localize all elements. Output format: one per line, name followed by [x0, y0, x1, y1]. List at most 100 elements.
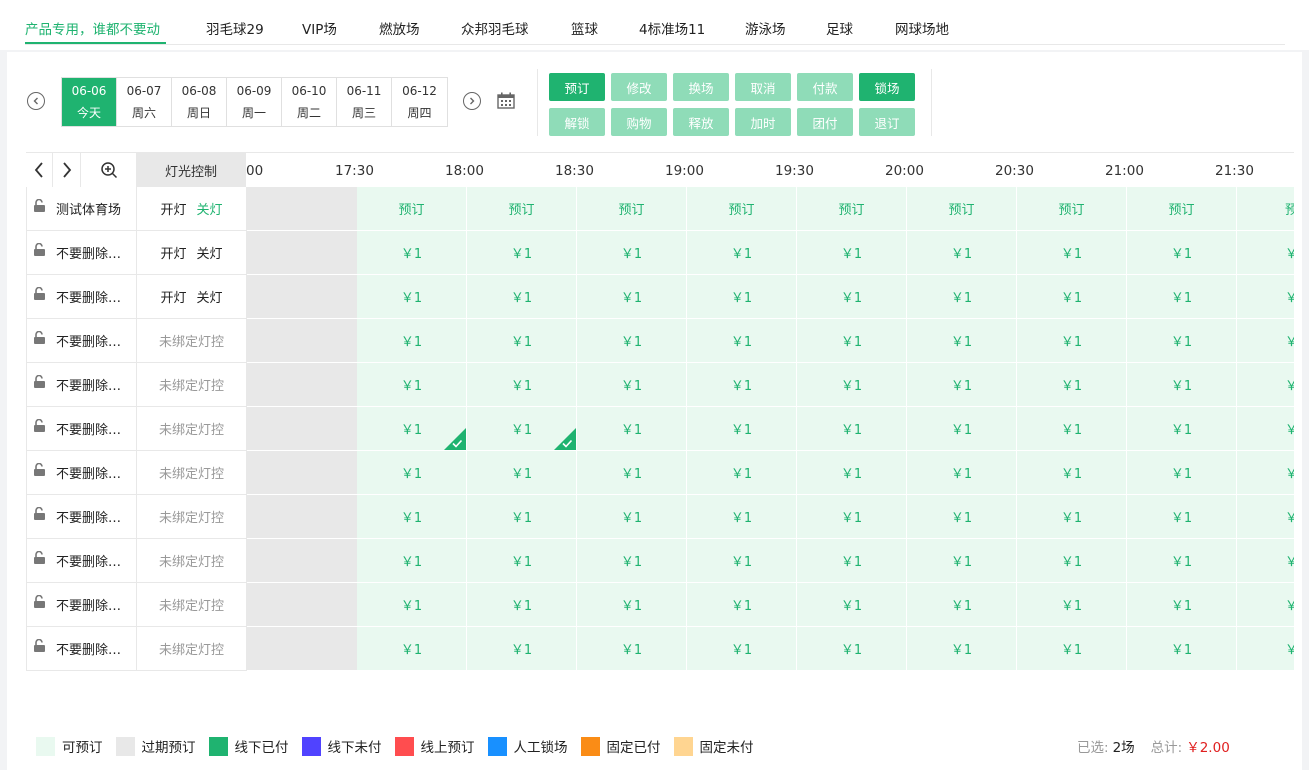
light-off-button[interactable]: 关灯: [197, 243, 223, 262]
date-cell[interactable]: 06-12 周四: [392, 78, 447, 126]
booking-slot[interactable]: ￥1: [357, 495, 467, 539]
booking-slot[interactable]: ￥1: [687, 627, 797, 671]
booking-slot[interactable]: ￥1: [577, 275, 687, 319]
unlock-icon[interactable]: [33, 199, 46, 212]
booking-slot[interactable]: ￥1: [907, 231, 1017, 275]
unlock-button[interactable]: 解锁: [549, 108, 605, 136]
booking-slot[interactable]: 预订: [687, 187, 797, 231]
booking-slot[interactable]: ￥1: [357, 363, 467, 407]
group-pay-button[interactable]: 团付: [797, 108, 853, 136]
venue-tab[interactable]: 篮球: [571, 18, 598, 38]
booking-slot[interactable]: 预订: [1127, 187, 1237, 231]
light-on-button[interactable]: 开灯: [160, 287, 186, 306]
booking-slot[interactable]: ￥1: [907, 363, 1017, 407]
booking-slot[interactable]: 预: [1237, 187, 1294, 231]
booking-slot[interactable]: ￥: [1237, 319, 1294, 363]
booking-slot[interactable]: ￥1: [467, 231, 577, 275]
booking-slot[interactable]: ￥1: [907, 407, 1017, 451]
court-name-cell[interactable]: 不要删除…: [26, 407, 137, 451]
booking-slot[interactable]: ￥1: [577, 495, 687, 539]
next-week-button[interactable]: [463, 92, 481, 110]
booking-slot[interactable]: ￥1: [687, 407, 797, 451]
booking-slot[interactable]: ￥1: [467, 319, 577, 363]
zoom-in-button[interactable]: [81, 153, 136, 187]
booking-slot[interactable]: ￥: [1237, 407, 1294, 451]
unlock-icon[interactable]: [33, 375, 46, 388]
booking-slot[interactable]: ￥: [1237, 451, 1294, 495]
court-name-cell[interactable]: 不要删除…: [26, 231, 137, 275]
booking-slot[interactable]: ￥1: [797, 583, 907, 627]
venue-tab[interactable]: 众邦羽毛球: [461, 18, 529, 38]
booking-slot[interactable]: ￥1: [907, 319, 1017, 363]
shopping-button[interactable]: 购物: [611, 108, 667, 136]
scroll-left-button[interactable]: [26, 153, 53, 187]
booking-slot[interactable]: ￥1: [1127, 319, 1237, 363]
court-name-cell[interactable]: 不要删除…: [26, 495, 137, 539]
booking-slot[interactable]: ￥1: [357, 583, 467, 627]
venue-tab[interactable]: 游泳场: [745, 18, 786, 38]
booking-slot[interactable]: ￥1: [687, 319, 797, 363]
booking-slot[interactable]: ￥1: [1017, 495, 1127, 539]
booking-slot[interactable]: 预订: [1017, 187, 1127, 231]
booking-slot[interactable]: ￥1: [467, 407, 577, 451]
booking-slot[interactable]: ￥1: [1127, 363, 1237, 407]
booking-slot[interactable]: ￥: [1237, 583, 1294, 627]
switch-court-button[interactable]: 换场: [673, 73, 729, 101]
booking-slot[interactable]: ￥1: [797, 495, 907, 539]
booking-slot[interactable]: ￥1: [797, 275, 907, 319]
date-cell[interactable]: 06-10 周二: [282, 78, 337, 126]
booking-slot[interactable]: ￥: [1237, 539, 1294, 583]
booking-slot[interactable]: ￥1: [577, 231, 687, 275]
booking-slot[interactable]: ￥: [1237, 231, 1294, 275]
booking-slot[interactable]: ￥1: [1127, 231, 1237, 275]
booking-slot[interactable]: ￥1: [907, 583, 1017, 627]
booking-slot[interactable]: ￥1: [577, 583, 687, 627]
booking-slot[interactable]: ￥1: [357, 275, 467, 319]
booking-slot[interactable]: ￥1: [467, 583, 577, 627]
booking-slot[interactable]: 预订: [357, 187, 467, 231]
unlock-icon[interactable]: [33, 507, 46, 520]
pay-button[interactable]: 付款: [797, 73, 853, 101]
venue-tab[interactable]: 足球: [826, 18, 853, 38]
booking-slot[interactable]: ￥1: [687, 583, 797, 627]
booking-slot[interactable]: ￥1: [467, 363, 577, 407]
unlock-icon[interactable]: [33, 551, 46, 564]
unsubscribe-button[interactable]: 退订: [859, 108, 915, 136]
booking-slot[interactable]: ￥1: [687, 451, 797, 495]
booking-slot[interactable]: ￥1: [577, 407, 687, 451]
unlock-icon[interactable]: [33, 595, 46, 608]
booking-slot[interactable]: ￥1: [797, 319, 907, 363]
booking-slot[interactable]: ￥: [1237, 627, 1294, 671]
booking-slot[interactable]: ￥1: [1127, 627, 1237, 671]
booking-slot[interactable]: 预订: [577, 187, 687, 231]
booking-slot[interactable]: ￥1: [1017, 319, 1127, 363]
light-on-button[interactable]: 开灯: [160, 199, 186, 218]
booking-slot[interactable]: ￥1: [577, 451, 687, 495]
booking-slot[interactable]: ￥1: [1017, 539, 1127, 583]
date-cell[interactable]: 06-11 周三: [337, 78, 392, 126]
booking-slot[interactable]: 预订: [467, 187, 577, 231]
booking-slot[interactable]: 预订: [797, 187, 907, 231]
book-button[interactable]: 预订: [549, 73, 605, 101]
unlock-icon[interactable]: [33, 639, 46, 652]
date-cell[interactable]: 06-07 周六: [117, 78, 172, 126]
booking-slot[interactable]: ￥1: [687, 275, 797, 319]
booking-slot[interactable]: ￥1: [1017, 407, 1127, 451]
booking-slot[interactable]: ￥1: [1017, 231, 1127, 275]
booking-slot[interactable]: ￥1: [467, 627, 577, 671]
court-name-cell[interactable]: 不要删除…: [26, 363, 137, 407]
lock-court-button[interactable]: 锁场: [859, 73, 915, 101]
booking-slot[interactable]: ￥1: [687, 231, 797, 275]
booking-slot[interactable]: ￥1: [1127, 407, 1237, 451]
prev-week-button[interactable]: [27, 92, 45, 110]
booking-slot[interactable]: ￥: [1237, 495, 1294, 539]
unlock-icon[interactable]: [33, 419, 46, 432]
light-off-button[interactable]: 关灯: [197, 287, 223, 306]
booking-slot[interactable]: ￥: [1237, 363, 1294, 407]
date-cell[interactable]: 06-09 周一: [227, 78, 282, 126]
booking-slot[interactable]: ￥1: [1127, 495, 1237, 539]
unlock-icon[interactable]: [33, 243, 46, 256]
booking-slot[interactable]: ￥1: [797, 363, 907, 407]
court-name-cell[interactable]: 不要删除…: [26, 275, 137, 319]
unlock-icon[interactable]: [33, 287, 46, 300]
